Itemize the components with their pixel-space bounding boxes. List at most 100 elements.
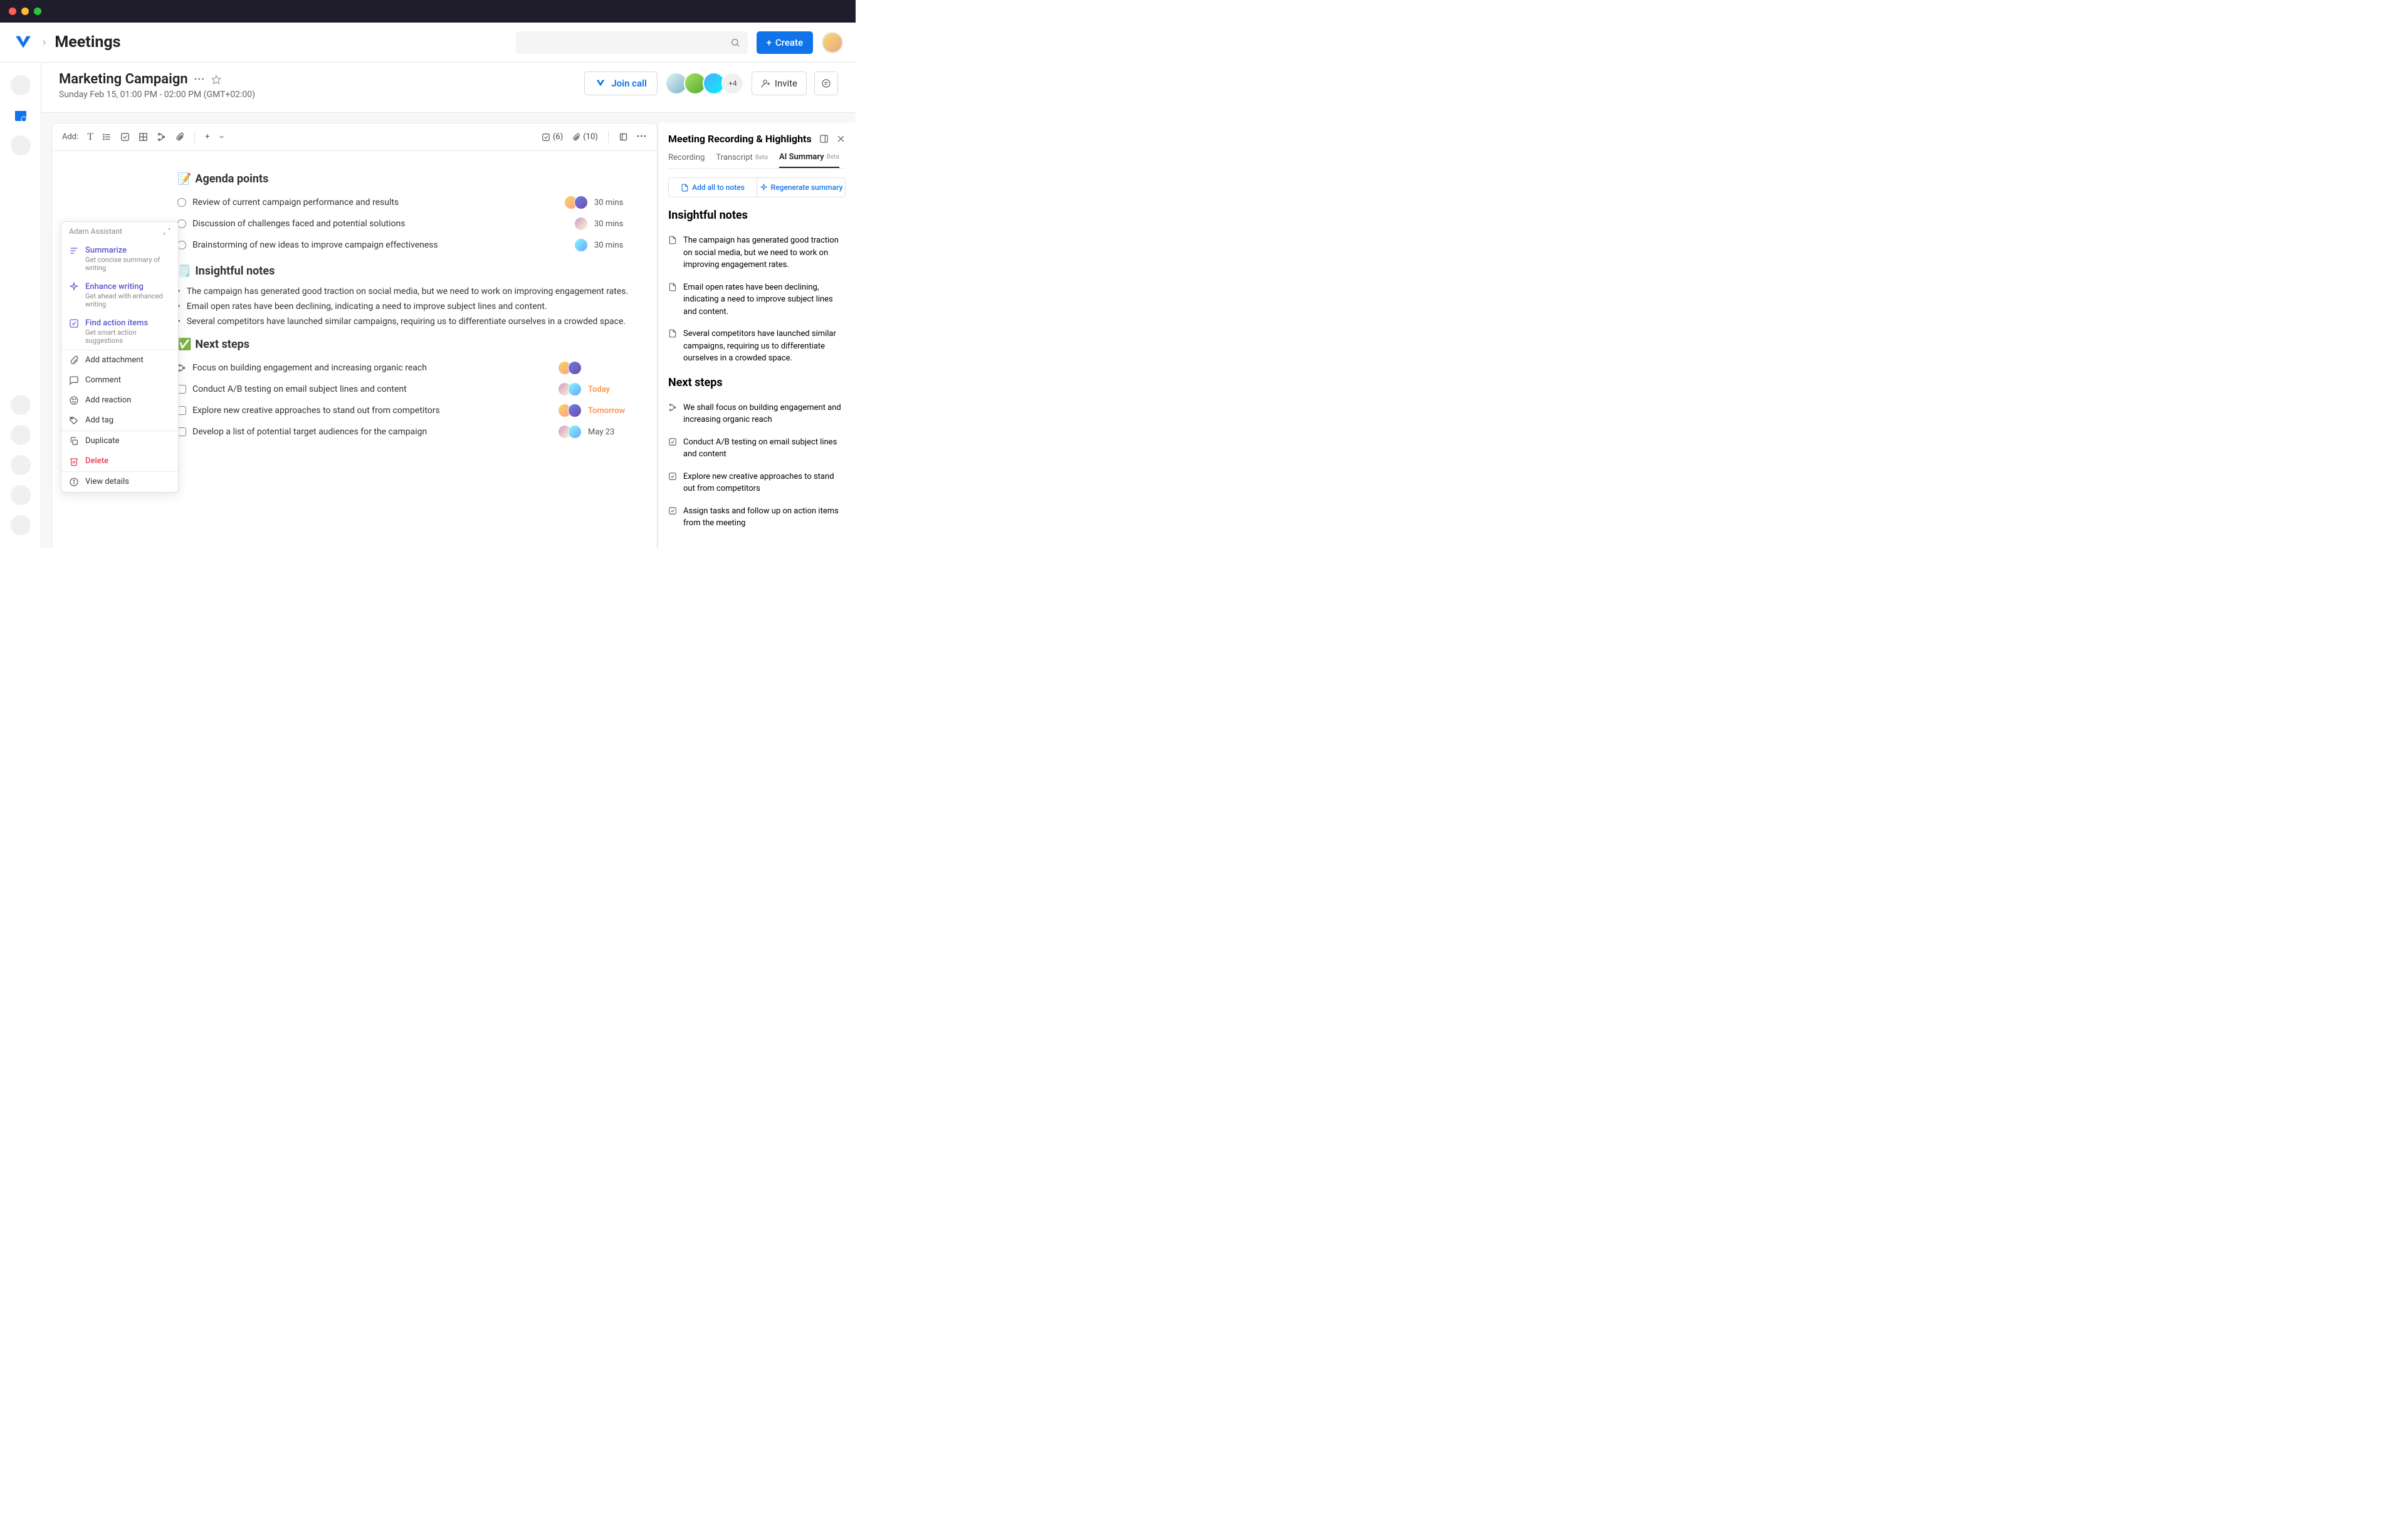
more-icon[interactable]: ••• [637, 132, 647, 142]
sp-note-item[interactable]: Email open rates have been declining, in… [668, 276, 846, 323]
rail-item-calendar[interactable] [11, 105, 31, 125]
join-call-label: Join call [611, 78, 647, 89]
checkbox-icon[interactable] [177, 385, 186, 394]
rail-item[interactable] [11, 425, 31, 445]
invite-label: Invite [775, 78, 797, 89]
branch-icon [177, 364, 186, 372]
sparkle-icon [760, 184, 768, 192]
regenerate-button[interactable]: Regenerate summary [757, 178, 845, 197]
user-avatar[interactable] [822, 32, 843, 53]
agenda-item[interactable]: Review of current campaign performance a… [177, 192, 632, 213]
checkbox-icon[interactable] [177, 427, 186, 436]
agenda-text: Brainstorming of new ideas to improve ca… [192, 240, 568, 250]
menu-duplicate[interactable]: Duplicate [61, 431, 178, 451]
invite-button[interactable]: Invite [752, 71, 807, 95]
meeting-time: Sunday Feb 15, 01:00 PM - 02:00 PM (GMT+… [59, 90, 255, 100]
branch-tool-icon[interactable] [157, 132, 166, 142]
attendee-more[interactable]: +4 [721, 72, 744, 95]
rail-item[interactable] [11, 395, 31, 415]
calendar-icon [13, 108, 28, 123]
tab-ai-summary[interactable]: AI SummaryBeta [779, 152, 839, 168]
agenda-item[interactable]: Brainstorming of new ideas to improve ca… [177, 234, 632, 256]
tab-recording[interactable]: Recording [668, 152, 705, 168]
create-button[interactable]: + Create [757, 31, 813, 54]
chevron-down-icon[interactable] [218, 134, 225, 140]
doc-icon [668, 283, 677, 291]
info-icon [69, 477, 79, 487]
attachment-count[interactable]: (10) [572, 132, 598, 142]
circle-icon [177, 219, 186, 228]
summarize-icon [69, 246, 79, 256]
duration-label: 30 mins [594, 241, 632, 250]
tab-transcript[interactable]: TranscriptBeta [716, 152, 768, 168]
step-due: Today [588, 385, 632, 394]
agenda-section-title: 📝 Agenda points [177, 172, 632, 186]
sp-note-item[interactable]: Several competitors have launched simila… [668, 323, 846, 370]
menu-enhance[interactable]: Enhance writingGet ahead with enhanced w… [61, 277, 178, 313]
step-item[interactable]: Explore new creative approaches to stand… [177, 400, 632, 421]
checkbox-icon[interactable] [177, 406, 186, 415]
rail-item[interactable] [11, 75, 31, 95]
step-item[interactable]: Conduct A/B testing on email subject lin… [177, 379, 632, 400]
expand-tool-icon[interactable] [619, 132, 628, 142]
menu-find-actions[interactable]: Find action itemsGet smart action sugges… [61, 313, 178, 350]
step-due: Tomorrow [588, 406, 632, 416]
attendee-list: +4 [665, 72, 744, 95]
add-all-notes-button[interactable]: Add all to notes [669, 178, 757, 197]
chat-button[interactable] [814, 71, 838, 95]
step-item[interactable]: Develop a list of potential target audie… [177, 421, 632, 443]
join-call-button[interactable]: Join call [584, 71, 658, 95]
minimize-window-icon[interactable] [21, 8, 29, 15]
menu-tag[interactable]: Add tag [61, 411, 178, 431]
menu-reaction[interactable]: Add reaction [61, 390, 178, 411]
maximize-window-icon[interactable] [34, 8, 41, 15]
circle-icon [177, 198, 186, 207]
panel-layout-icon[interactable] [819, 134, 829, 144]
app-logo-icon [13, 32, 34, 53]
trash-icon [69, 456, 79, 466]
list-tool-icon[interactable] [102, 132, 112, 142]
assignee-avatar [574, 217, 588, 231]
sp-step-item[interactable]: Assign tasks and follow up on action ite… [668, 500, 846, 535]
note-bullet[interactable]: The campaign has generated good traction… [177, 284, 632, 299]
star-icon[interactable] [211, 75, 221, 85]
plus-tool-icon[interactable]: + [205, 132, 209, 142]
rail-item[interactable] [11, 455, 31, 475]
close-icon[interactable] [836, 134, 846, 144]
side-panel-title: Meeting Recording & Highlights [668, 133, 812, 145]
tag-icon [69, 416, 79, 426]
menu-comment[interactable]: Comment [61, 370, 178, 390]
menu-delete[interactable]: Delete [61, 451, 178, 471]
rail-item[interactable] [11, 135, 31, 155]
rail-item[interactable] [11, 485, 31, 505]
meeting-more-icon[interactable]: ••• [194, 75, 205, 85]
agenda-text: Review of current campaign performance a… [192, 197, 558, 207]
menu-summarize[interactable]: SummarizeGet concise summary of writing [61, 241, 178, 277]
join-logo-icon [595, 78, 606, 89]
add-note-icon [681, 184, 689, 192]
agenda-item[interactable]: Discussion of challenges faced and poten… [177, 213, 632, 234]
expand-icon[interactable] [163, 228, 170, 235]
sp-note-item[interactable]: The campaign has generated good traction… [668, 229, 846, 276]
checkbox-tool-icon[interactable] [120, 132, 130, 142]
note-bullet[interactable]: Several competitors have launched simila… [177, 314, 632, 329]
step-item[interactable]: Focus on building engagement and increas… [177, 357, 632, 379]
table-tool-icon[interactable] [139, 132, 148, 142]
sp-step-item[interactable]: Conduct A/B testing on email subject lin… [668, 431, 846, 466]
rail-item[interactable] [11, 515, 31, 535]
search-input[interactable] [516, 31, 748, 54]
sp-step-item[interactable]: We shall focus on building engagement an… [668, 397, 846, 431]
clip-icon [572, 133, 580, 142]
attachment-tool-icon[interactable] [175, 132, 184, 142]
check-count[interactable]: (6) [542, 132, 563, 142]
close-window-icon[interactable] [9, 8, 16, 15]
doc-icon [668, 329, 677, 338]
agenda-text: Discussion of challenges faced and poten… [192, 219, 568, 229]
menu-details[interactable]: View details [61, 472, 178, 492]
duration-label: 30 mins [594, 198, 632, 207]
note-bullet[interactable]: Email open rates have been declining, in… [177, 299, 632, 314]
text-tool-icon[interactable]: T [87, 132, 93, 143]
menu-attachment[interactable]: Add attachment [61, 350, 178, 370]
assignee-avatar [574, 196, 588, 209]
sp-step-item[interactable]: Explore new creative approaches to stand… [668, 466, 846, 500]
